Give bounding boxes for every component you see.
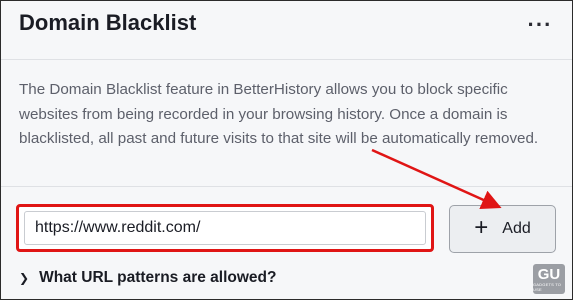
url-patterns-disclosure[interactable]: ❯ What URL patterns are allowed?	[19, 269, 276, 287]
feature-description: The Domain Blacklist feature in BetterHi…	[19, 81, 539, 147]
add-domain-button[interactable]: + Add	[449, 205, 556, 253]
panel-header: Domain Blacklist ···	[1, 1, 572, 51]
more-options-button[interactable]: ···	[526, 9, 554, 41]
url-patterns-label: What URL patterns are allowed?	[39, 269, 277, 286]
page-title: Domain Blacklist	[19, 10, 197, 35]
ellipsis-icon: ···	[527, 12, 553, 37]
watermark-text: GADGETS TO USE	[533, 281, 562, 292]
section-divider	[1, 186, 572, 187]
domain-blacklist-panel: Domain Blacklist ··· The Domain Blacklis…	[0, 0, 573, 300]
plus-icon: +	[474, 213, 489, 241]
add-button-label: Add	[502, 220, 531, 237]
chevron-right-icon: ❯	[19, 271, 30, 285]
watermark-mark: GU	[537, 265, 561, 283]
domain-input[interactable]	[24, 211, 426, 245]
watermark-logo: GU GADGETS TO USE	[533, 264, 565, 294]
input-highlight-box	[16, 204, 434, 252]
header-divider	[1, 59, 572, 60]
